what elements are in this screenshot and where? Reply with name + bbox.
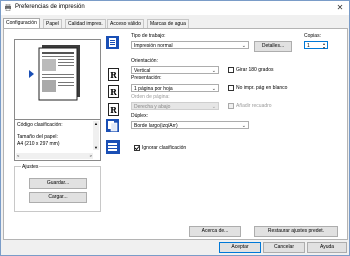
job-type-label: Tipo de trabajo:: [131, 33, 166, 39]
skip-blank-label: No impr. pág en blanco: [236, 85, 288, 91]
about-button[interactable]: Acerca de...: [189, 226, 241, 237]
restore-defaults-button[interactable]: Restaurar ajustes predet.: [254, 226, 338, 237]
scroll-right-icon[interactable]: >: [90, 153, 92, 158]
vertical-scrollbar[interactable]: ▲ ▼: [93, 121, 99, 150]
add-border-checkbox: [228, 103, 234, 109]
rotate-180-label: Girar 180 grados: [236, 67, 274, 73]
horizontal-scrollbar[interactable]: < >: [16, 153, 93, 159]
presentation-select[interactable]: 1 página por hoja ⌄: [131, 84, 219, 92]
close-icon[interactable]: ✕: [335, 3, 345, 13]
job-type-value: Impresión normal: [134, 43, 173, 49]
job-type-select[interactable]: Impresión normal ⌄: [131, 41, 249, 49]
collate-stack-icon: [106, 140, 120, 154]
add-border-label: Añadir recuadro: [236, 103, 272, 109]
page-order-value: Derecha y abajo: [134, 104, 171, 110]
orientation-label: Orientación:: [131, 58, 158, 64]
rotate-180-checkbox[interactable]: [228, 67, 234, 73]
window-title: Preferencias de impresión: [15, 4, 85, 10]
save-button[interactable]: Guardar...: [29, 178, 87, 189]
ignore-collate-checkbox[interactable]: [134, 145, 140, 151]
duplex-select[interactable]: Borde largo(izq/Arr) ⌄: [131, 121, 249, 129]
copies-label: Copias:: [304, 33, 321, 39]
ignore-collate-label: Ignorar clasificación: [142, 145, 187, 151]
help-button[interactable]: Ayuda: [307, 242, 347, 253]
presentation-r-icon: R: [108, 85, 119, 98]
chevron-down-icon: ⌄: [241, 123, 246, 129]
summary-line-paper-size-value: A4 (210 x 297 mm): [17, 141, 60, 147]
page-order-label: Orden de página:: [131, 94, 170, 100]
summary-line-paper-size-label: Tamaño del papel:: [17, 134, 58, 140]
orientation-value: Vertical: [134, 68, 151, 74]
checkmark-icon: [134, 146, 140, 151]
page-order-select: Derecha y abajo ⌄: [131, 102, 219, 110]
copies-input[interactable]: 1 ▴ ▾: [304, 41, 328, 50]
copies-spin-icon[interactable]: ▴ ▾: [323, 42, 325, 50]
settings-groupbox: Ajustes Guardar... Cargar...: [14, 164, 101, 212]
settings-group-label: Ajustes: [21, 164, 40, 170]
title-bar: Preferencias de impresión ✕: [1, 1, 349, 15]
orientation-r-icon: R: [108, 68, 119, 81]
scroll-up-icon[interactable]: ▲: [93, 121, 99, 126]
presentation-label: Presentación:: [131, 75, 162, 81]
duplex-value: Borde largo(izq/Arr): [134, 123, 178, 129]
job-type-icon: [106, 36, 119, 49]
orientation-select[interactable]: Vertical ⌄: [131, 66, 219, 74]
scroll-left-icon[interactable]: <: [17, 153, 19, 158]
chevron-down-icon: ⌄: [211, 104, 216, 110]
chevron-down-icon: ⌄: [211, 86, 216, 92]
scroll-down-icon[interactable]: ▼: [93, 145, 99, 150]
duplex-label: Dúplex:: [131, 113, 148, 119]
printer-icon: [5, 4, 11, 11]
skip-blank-checkbox[interactable]: [228, 85, 234, 91]
copies-value: 1: [307, 43, 310, 49]
duplex-icon: [106, 119, 119, 132]
summary-listbox[interactable]: Código clasificación: Tamaño del papel: …: [14, 119, 101, 161]
ok-button[interactable]: Aceptar: [219, 242, 261, 253]
summary-line-collate: Código clasificación:: [17, 122, 63, 128]
tab-acceso[interactable]: Acceso válido: [107, 19, 144, 28]
preview-page-image: [29, 45, 80, 101]
tab-papel[interactable]: Papel: [43, 19, 62, 28]
presentation-value: 1 página por hoja: [134, 86, 173, 92]
chevron-down-icon: ⌄: [241, 43, 246, 49]
print-preferences-window: Preferencias de impresión ✕ Configuració…: [0, 0, 350, 256]
chevron-down-icon: ⌄: [211, 68, 216, 74]
cancel-button[interactable]: Cancelar: [263, 242, 305, 253]
tab-calidad[interactable]: Calidad impres.: [65, 19, 106, 28]
tab-marcas[interactable]: Marcas de agua: [147, 19, 189, 28]
settings-panel: Código clasificación: Tamaño del papel: …: [3, 28, 348, 240]
feed-direction-arrow-icon: [29, 70, 34, 78]
details-button[interactable]: Detalles...: [254, 41, 292, 52]
load-button[interactable]: Cargar...: [29, 192, 87, 203]
page-order-r-icon: R: [108, 103, 119, 116]
